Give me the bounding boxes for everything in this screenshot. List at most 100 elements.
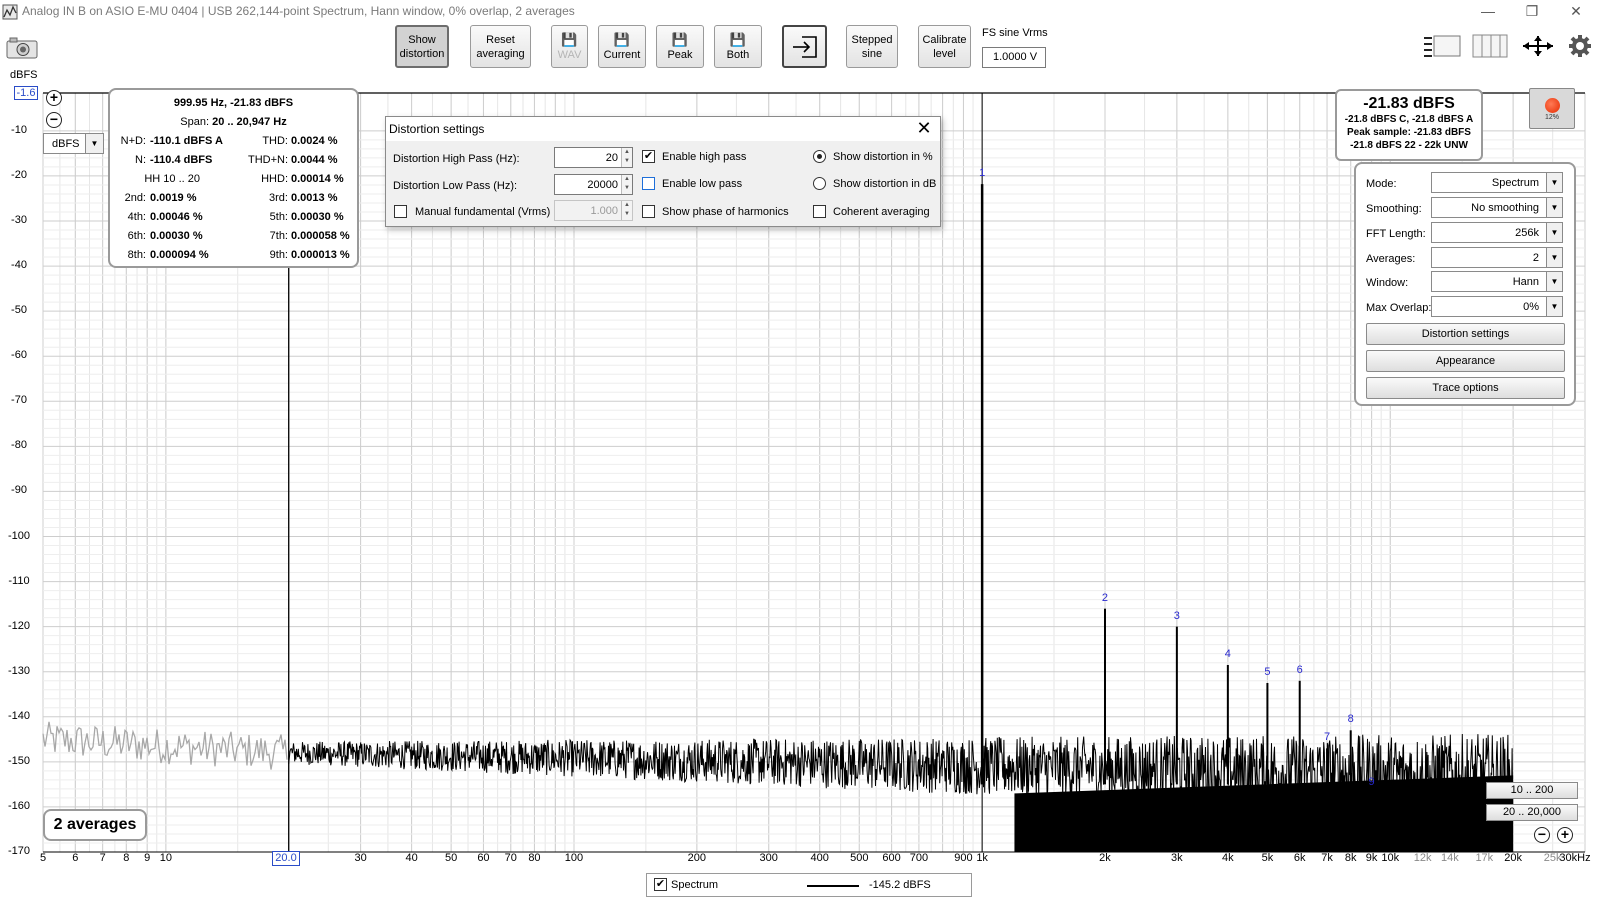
window-select[interactable]: Hann ▼ (1431, 271, 1563, 292)
x-tick-label: 30 (354, 852, 367, 864)
show-distortion-db-label: Show distortion in dB (833, 178, 937, 190)
zoom-out-icon[interactable]: − (46, 112, 62, 128)
chevron-down-icon: ▼ (1546, 248, 1562, 267)
spectrum-trace-checkbox[interactable]: ✔ (654, 878, 667, 891)
readout-row-label: THD+N: (247, 154, 288, 166)
distortion-settings-button[interactable]: Distortion settings (1366, 323, 1565, 345)
coherent-averaging-checkbox[interactable] (813, 205, 826, 218)
averages-badge: 2 averages (43, 809, 147, 841)
low-pass-value: 20000 (587, 179, 618, 191)
readout-row-value: 0.0024 % (291, 135, 338, 147)
chevron-down-icon: ▼ (1546, 272, 1562, 291)
legend-trace-line (807, 885, 859, 887)
readout-row-label: HH 10 .. 20 (144, 173, 200, 185)
spinner-arrows-icon[interactable]: ▲ ▼ (621, 201, 632, 220)
manual-fundamental-label: Manual fundamental (Vrms) (415, 206, 551, 218)
mode-value: Spectrum (1491, 177, 1539, 189)
x-tick-label: 40 (405, 852, 418, 864)
mode-label: Mode: (1366, 178, 1397, 190)
fft-length-select[interactable]: 256k ▼ (1431, 222, 1563, 243)
x-tick-label: 5 (39, 852, 47, 864)
y-axis-top-value[interactable]: -1.6 (14, 86, 38, 100)
range-10-200-button[interactable]: 10 .. 200 (1486, 782, 1578, 799)
x-tick-label: 400 (810, 852, 829, 864)
x-tick-label: 80 (528, 852, 541, 864)
readout-row-label: 8th: (127, 249, 146, 261)
averages-select[interactable]: 2 ▼ (1431, 247, 1563, 268)
max-overlap-select[interactable]: 0% ▼ (1431, 296, 1563, 317)
y-tick-label: -90 (11, 484, 27, 497)
dialog-close-icon[interactable]: ✕ (914, 118, 934, 138)
x-tick-label: 7 (99, 852, 106, 864)
zoom-in-icon[interactable]: + (46, 90, 62, 106)
smoothing-label: Smoothing: (1366, 203, 1422, 215)
smoothing-select[interactable]: No smoothing ▼ (1431, 197, 1563, 218)
y-tick-label: -170 (7, 845, 31, 857)
readout-span-label: Span: (180, 116, 210, 128)
readout-header: 999.95 Hz, -21.83 dBFS (173, 97, 294, 109)
dialog-title: Distortion settings (389, 122, 485, 136)
x-tick-label: 1k (976, 852, 988, 864)
low-pass-label: Distortion Low Pass (Hz): (393, 180, 518, 192)
show-distortion-db-radio[interactable] (813, 177, 826, 190)
level-main: -21.83 dBFS (1363, 95, 1455, 112)
x-tick-label: 20k (1504, 852, 1522, 864)
manual-fundamental-value: 1.000 (590, 205, 618, 217)
y-tick-label: -100 (7, 529, 31, 542)
trace-options-button[interactable]: Trace options (1366, 377, 1565, 399)
spinner-arrows-icon[interactable]: ▲ ▼ (621, 175, 632, 194)
distortion-readout-panel: 999.95 Hz, -21.83 dBFS Span: 20 .. 20,94… (108, 88, 359, 268)
harmonic-label: 3 (1173, 609, 1180, 622)
legend-trace-value: -145.2 dBFS (869, 879, 931, 891)
harmonic-label: 8 (1347, 713, 1354, 726)
x-zoom-out-icon[interactable]: − (1534, 827, 1550, 843)
readout-row-label: 7th: (269, 230, 288, 242)
x-tick-label: 700 (909, 852, 929, 864)
x-tick-label-minor: 12k (1413, 852, 1432, 864)
unit-select[interactable]: dBFS ▼ (43, 133, 104, 154)
readout-row-value: 0.00046 % (150, 211, 203, 223)
low-pass-input[interactable]: 20000 ▲ ▼ (554, 174, 633, 195)
spinner-arrows-icon[interactable]: ▲ ▼ (621, 148, 632, 167)
enable-low-pass-checkbox[interactable] (642, 177, 655, 190)
x-tick-label: 900 (954, 852, 973, 864)
x-axis-marker[interactable]: 20.0 (272, 851, 300, 866)
x-tick-label: 9 (144, 852, 151, 864)
x-tick-label: 4k (1222, 852, 1234, 864)
range-20-20000-button[interactable]: 20 .. 20,000 (1486, 804, 1578, 821)
x-tick-label: 10k (1381, 852, 1400, 864)
x-tick-label: 200 (687, 852, 707, 864)
manual-fundamental-checkbox[interactable] (394, 205, 407, 218)
x-tick-label: 300 (759, 852, 778, 864)
y-tick-label: -130 (7, 664, 31, 677)
record-icon (1545, 98, 1560, 113)
show-phase-label: Show phase of harmonics (662, 206, 789, 218)
x-tick-label-minor: 17k (1475, 852, 1494, 864)
chevron-down-icon: ▼ (1546, 297, 1562, 316)
low-frequency-trace (42, 721, 288, 770)
readout-span: Span: 20 .. 20,947 Hz (110, 116, 357, 128)
chevron-down-icon: ▼ (1546, 223, 1562, 242)
readout-row-label: 4th: (127, 211, 146, 223)
manual-fundamental-input[interactable]: 1.000 ▲ ▼ (554, 200, 633, 221)
readout-row-value: 0.000058 % (291, 230, 350, 242)
distortion-settings-dialog: Distortion settings ✕ Distortion High Pa… (385, 116, 941, 227)
smoothing-value: No smoothing (1471, 202, 1539, 214)
averages-label: Averages: (1366, 253, 1416, 265)
fft-length-value: 256k (1515, 227, 1539, 239)
appearance-button[interactable]: Appearance (1366, 350, 1565, 372)
y-tick-label: -140 (7, 709, 31, 722)
show-phase-checkbox[interactable] (642, 205, 655, 218)
readout-row-value: 0.00014 % (291, 173, 344, 185)
show-distortion-percent-label: Show distortion in % (833, 151, 933, 163)
coherent-averaging-label: Coherent averaging (833, 206, 930, 218)
noise-floor-fill (1014, 775, 1514, 852)
record-button[interactable]: 12% (1529, 88, 1575, 129)
fft-length-label: FFT Length: (1366, 228, 1426, 240)
enable-high-pass-checkbox[interactable]: ✔ (642, 150, 655, 163)
x-zoom-in-icon[interactable]: + (1557, 827, 1573, 843)
high-pass-input[interactable]: 20 ▲ ▼ (554, 147, 633, 168)
show-distortion-percent-radio[interactable] (813, 150, 826, 163)
mode-select[interactable]: Spectrum ▼ (1431, 172, 1563, 193)
high-pass-label: Distortion High Pass (Hz): (393, 153, 520, 165)
